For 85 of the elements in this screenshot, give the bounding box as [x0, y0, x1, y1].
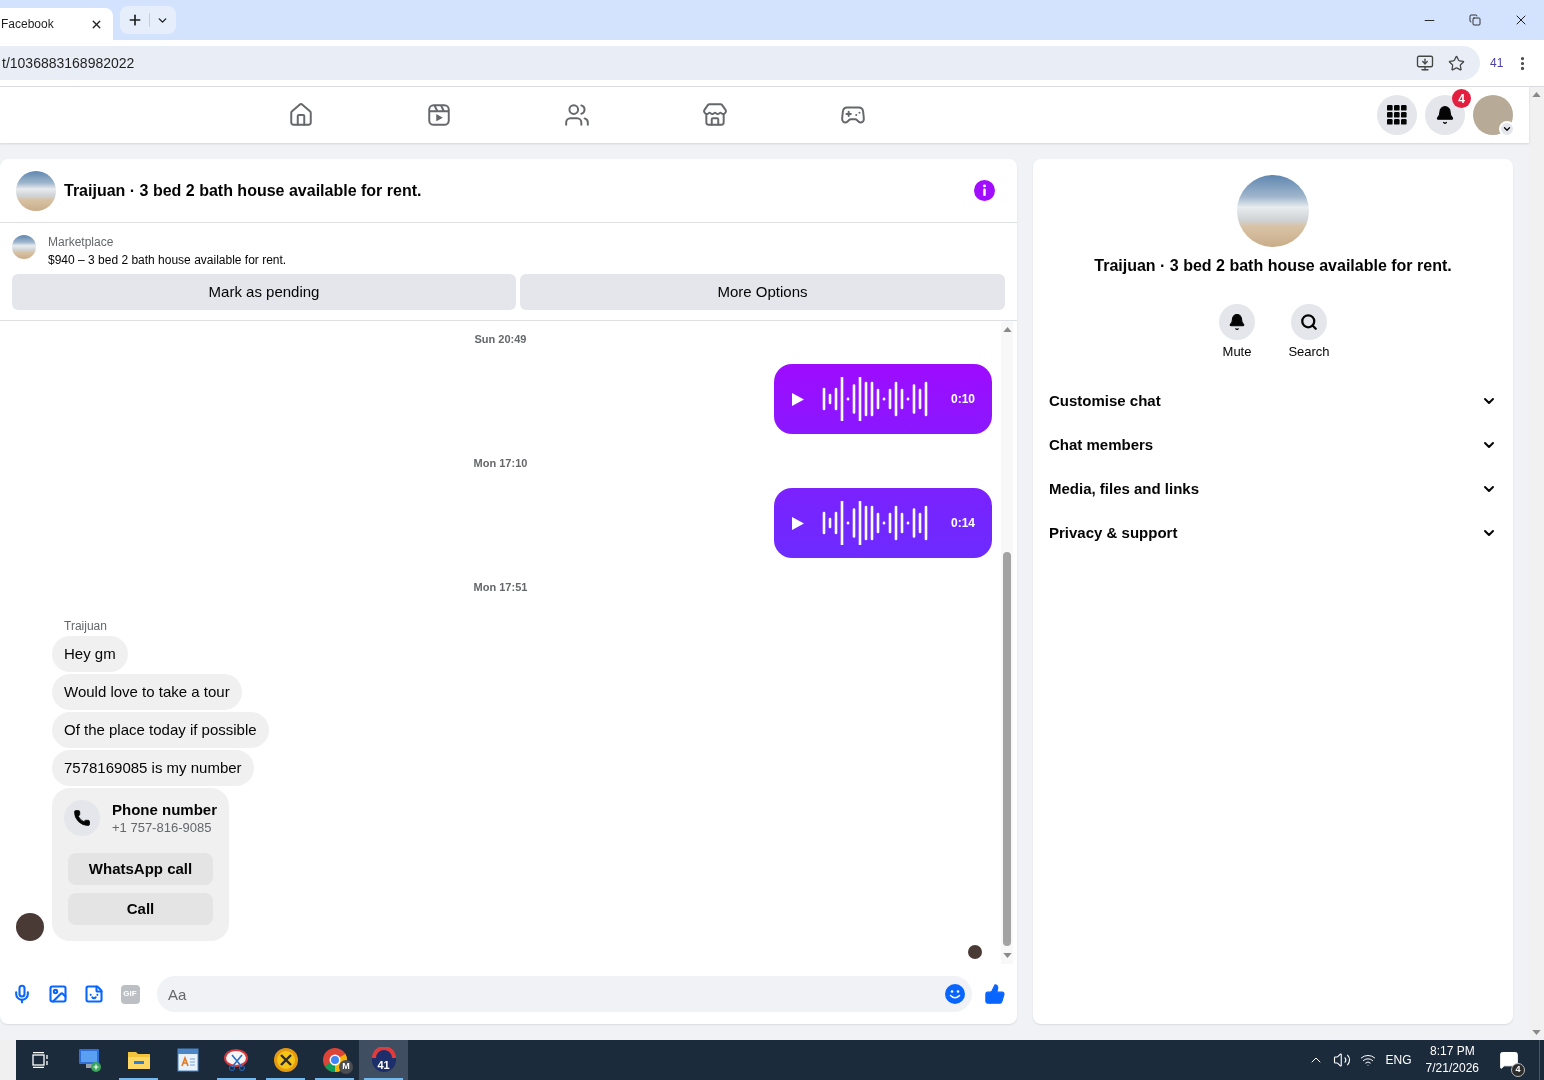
section-header[interactable]: Customise chat — [1033, 379, 1513, 423]
thumbs-up-icon[interactable] — [984, 983, 1006, 1005]
info-icon[interactable] — [974, 180, 995, 201]
mic-icon[interactable] — [12, 984, 32, 1004]
clock-time[interactable]: 8:17 PM — [1429, 1043, 1475, 1060]
clock-date[interactable]: 7/21/2026 — [1425, 1060, 1479, 1077]
message-bubble: Would love to take a tour — [52, 674, 242, 710]
section-header[interactable]: Media, files and links — [1033, 467, 1513, 511]
message-bubble: 7578169085 is my number — [52, 750, 254, 786]
wifi-icon[interactable] — [1359, 1052, 1376, 1068]
grid-icon — [1387, 105, 1407, 125]
voice-message[interactable]: 0:10 — [774, 364, 992, 434]
notification-count: 4 — [1511, 1063, 1525, 1077]
photo-placeholder — [12, 235, 36, 259]
contact-number: +1 757-816-9085 — [112, 820, 213, 836]
voice-message[interactable]: 0:14 — [774, 488, 992, 558]
timestamp: Mon 17:10 — [473, 455, 528, 471]
sticker-icon[interactable] — [84, 984, 104, 1004]
taskbar-button[interactable]: 41 — [359, 1040, 408, 1080]
timestamp: Sun 20:49 — [474, 331, 527, 347]
volume-icon[interactable] — [1332, 1051, 1351, 1069]
x-circle-icon[interactable] — [272, 1047, 299, 1073]
message-bubble: Hey gm — [52, 636, 128, 672]
taskbar-button[interactable]: M — [310, 1040, 359, 1080]
message-bubble: Of the place today if possible — [52, 712, 269, 748]
listing-source: Marketplace — [48, 234, 115, 251]
listing-action-button[interactable]: Mark as pending — [12, 274, 516, 310]
icon-label: M — [339, 1060, 353, 1074]
scroll-up-icon[interactable] — [1532, 92, 1541, 97]
scroll-down-icon[interactable] — [1532, 1030, 1541, 1035]
icon-label: 41 — [377, 1059, 390, 1071]
card-action-button[interactable]: WhatsApp call — [68, 853, 213, 885]
read-receipt-avatar — [968, 945, 982, 959]
message-input-field[interactable]: Aa — [157, 976, 972, 1012]
bell-icon — [1219, 304, 1255, 340]
extension-badge[interactable]: 41 — [1490, 54, 1504, 72]
phone-icon — [64, 800, 100, 836]
video-icon[interactable] — [426, 102, 452, 128]
timestamp: Mon 17:51 — [473, 579, 528, 595]
store-icon[interactable] — [702, 102, 728, 128]
install-icon[interactable] — [1416, 54, 1434, 72]
friends-icon[interactable] — [564, 102, 590, 128]
browser-icon[interactable] — [321, 1047, 348, 1073]
voice-duration: 0:14 — [950, 515, 975, 532]
chevron-down-icon[interactable] — [1499, 121, 1515, 137]
monitor-icon[interactable] — [76, 1047, 103, 1073]
section-header[interactable]: Privacy & support — [1033, 511, 1513, 555]
section-header[interactable]: Chat members — [1033, 423, 1513, 467]
image-icon[interactable] — [48, 984, 68, 1004]
scissors-icon[interactable] — [223, 1047, 250, 1073]
scrollbar-thumb[interactable] — [1003, 552, 1011, 946]
listing-summary: $940 – 3 bed 2 bath house available for rent. — [48, 252, 287, 269]
bell-icon — [1435, 105, 1455, 125]
play-icon[interactable] — [792, 516, 804, 530]
star-icon[interactable] — [1448, 54, 1465, 72]
scroll-down-icon[interactable] — [1002, 952, 1012, 958]
search-button[interactable]: Search — [1277, 304, 1341, 360]
listing-action-button[interactable]: More Options — [520, 274, 1005, 310]
mute-button[interactable]: Mute — [1205, 304, 1269, 360]
gauge-icon[interactable] — [370, 1047, 397, 1073]
task-view-icon[interactable] — [31, 1052, 50, 1068]
address-field[interactable]: t/1036883168982022 — [0, 46, 1480, 80]
search-icon — [1291, 304, 1327, 340]
card-action-button[interactable]: Call — [68, 893, 213, 925]
sender-avatar[interactable] — [16, 913, 44, 941]
emoji-icon[interactable] — [945, 984, 965, 1004]
url-text: t/1036883168982022 — [2, 53, 135, 73]
new-tab-icon[interactable] — [127, 12, 143, 28]
photo-placeholder — [16, 170, 56, 211]
details-title: Traijuan · 3 bed 2 bath house available for rent. — [1094, 256, 1452, 276]
contact-title: Phone number — [112, 800, 217, 820]
browser-tab[interactable]: Facebook — [0, 8, 113, 40]
sender-name: Traijuan — [64, 619, 107, 633]
voice-duration: 0:10 — [950, 391, 975, 408]
menu-button[interactable] — [1377, 95, 1417, 135]
chat-title: Traijuan · 3 bed 2 bath house available for rent. — [64, 180, 422, 201]
notification-icon[interactable] — [1499, 1050, 1519, 1070]
play-icon[interactable] — [792, 392, 804, 406]
language-indicator[interactable]: ENG — [1385, 1051, 1412, 1069]
home-icon[interactable] — [288, 102, 314, 128]
document-icon[interactable] — [174, 1047, 201, 1073]
scroll-up-icon[interactable] — [1002, 326, 1012, 332]
notifications-button[interactable] — [1425, 95, 1465, 135]
restore-icon[interactable] — [1469, 14, 1481, 26]
notification-count: 4 — [1452, 89, 1471, 108]
